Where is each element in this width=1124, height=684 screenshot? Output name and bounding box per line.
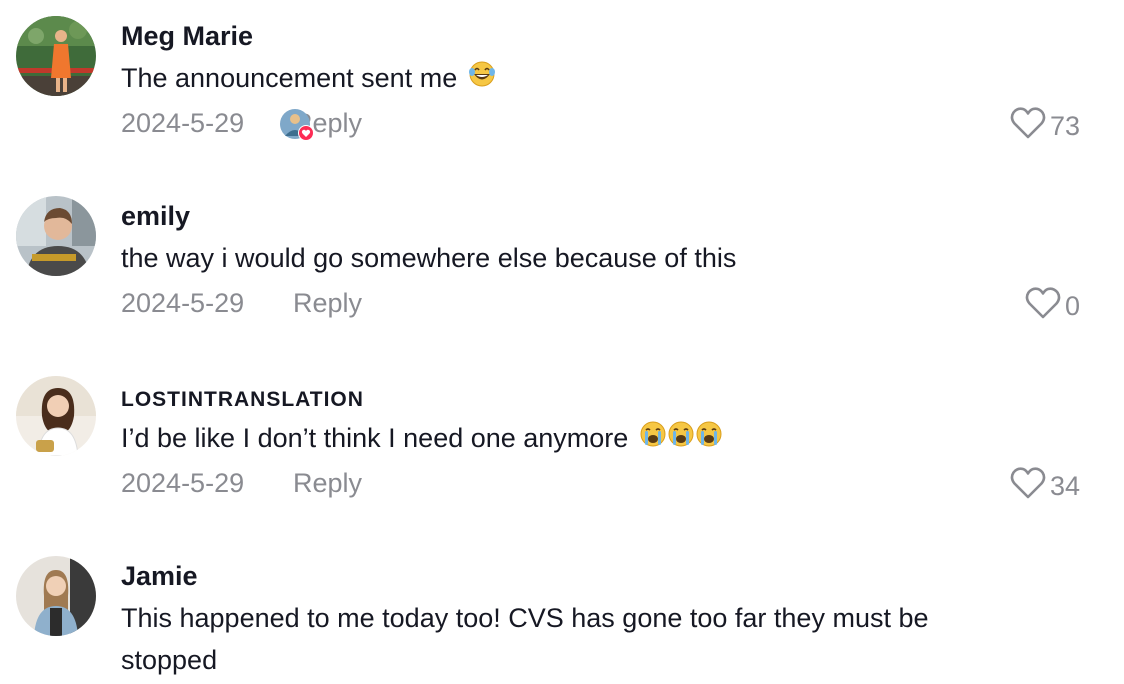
creator-liked-badge (279, 104, 319, 144)
comment-text-body: I’d be like I don’t think I need one any… (121, 423, 629, 453)
heart-icon (1010, 106, 1046, 147)
like-button[interactable]: 73 (1010, 106, 1080, 147)
heart-icon (1025, 286, 1061, 327)
comment-date: 2024-5-29 (121, 468, 245, 498)
username[interactable]: LOSTINTRANSLATION (121, 388, 364, 412)
comment-text-body: the way i would go somewhere else becaus… (121, 243, 737, 273)
comment-date: 2024-5-29 (121, 108, 245, 138)
comment-text: the way i would go somewhere else becaus… (121, 237, 736, 279)
comment-text-body: The announcement sent me (121, 63, 458, 93)
like-count: 0 (1064, 291, 1080, 321)
avatar[interactable] (16, 196, 96, 276)
username[interactable]: Meg Marie (121, 21, 253, 52)
avatar[interactable] (16, 556, 96, 636)
comment-date: 2024-5-29 (121, 288, 245, 318)
loudly-crying-emoji-icon (638, 419, 724, 461)
username[interactable]: Jamie (121, 561, 198, 592)
reply-button[interactable]: Reply (293, 468, 362, 499)
heart-icon (1010, 466, 1046, 507)
laughing-crying-emoji-icon (467, 59, 497, 101)
comment-text-body: This happened to me today too! CVS has g… (121, 603, 929, 675)
username[interactable]: emily (121, 201, 190, 232)
comment-text: I’d be like I don’t think I need one any… (121, 417, 724, 461)
like-count: 73 (1049, 111, 1080, 141)
comment-text: This happened to me today too! CVS has g… (121, 597, 1021, 681)
avatar[interactable] (16, 16, 96, 96)
like-button[interactable]: 0 (1025, 286, 1080, 327)
avatar[interactable] (16, 376, 96, 456)
comment-text: The announcement sent me (121, 57, 497, 101)
reply-button[interactable]: Reply (293, 288, 362, 319)
like-button[interactable]: 34 (1010, 466, 1080, 507)
like-count: 34 (1049, 471, 1080, 501)
